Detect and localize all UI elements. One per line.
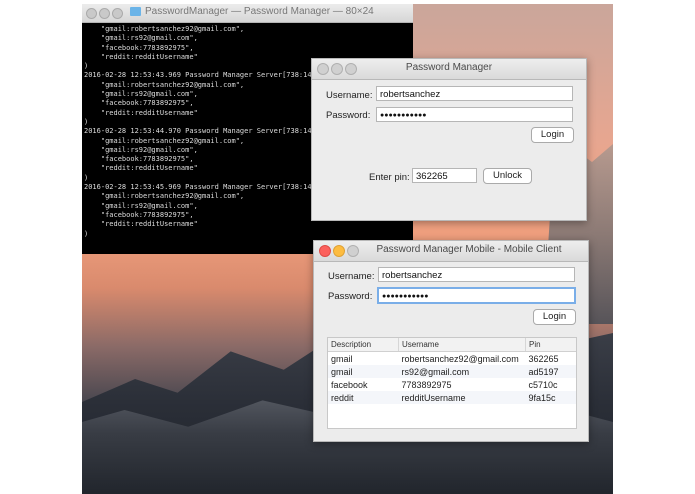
- terminal-line: ): [84, 229, 89, 238]
- password-label: Password:: [328, 291, 373, 302]
- cell-pin: 362265: [528, 353, 559, 364]
- username-field[interactable]: robertsanchez: [376, 86, 573, 101]
- unlock-button[interactable]: Unlock: [483, 168, 532, 184]
- terminal-line: "facebook:7783892975",: [84, 43, 194, 52]
- mobile-client-window: Password Manager Mobile - Mobile Client …: [313, 240, 589, 442]
- table-row[interactable]: gmail robertsanchez92@gmail.com 362265: [328, 352, 576, 366]
- cell-pin: 9fa15c: [525, 391, 576, 404]
- column-header-pin[interactable]: Pin: [525, 338, 576, 352]
- username-label: Username:: [328, 271, 375, 282]
- window-title: Password Manager: [405, 62, 493, 73]
- cell-username: redditUsername: [398, 391, 526, 404]
- window-titlebar[interactable]: Password Manager: [312, 59, 586, 80]
- column-header-username[interactable]: Username: [398, 338, 526, 352]
- table-row[interactable]: facebook 7783892975 c5710c: [328, 378, 576, 391]
- cell-description: reddit: [328, 391, 399, 404]
- column-header-description[interactable]: Description: [328, 338, 399, 352]
- minimize-icon[interactable]: [333, 245, 345, 257]
- minimize-icon[interactable]: [99, 8, 110, 19]
- zoom-icon[interactable]: [112, 8, 123, 19]
- folder-icon: [130, 7, 141, 16]
- table-row[interactable]: gmail rs92@gmail.com ad5197: [328, 365, 576, 378]
- table-row[interactable]: reddit redditUsername 9fa15c: [328, 391, 576, 404]
- username-label: Username:: [326, 90, 373, 101]
- login-button[interactable]: Login: [531, 127, 574, 143]
- cell-username: rs92@gmail.com: [398, 365, 526, 378]
- terminal-line: "reddit:redditUsername": [84, 220, 198, 229]
- pin-field[interactable]: 362265: [412, 168, 477, 183]
- username-field[interactable]: robertsanchez: [378, 267, 575, 282]
- password-field[interactable]: ●●●●●●●●●●●: [377, 287, 576, 304]
- credentials-table[interactable]: Description Username Pin gmail robertsan…: [327, 337, 577, 429]
- password-label: Password:: [326, 110, 371, 121]
- terminal-line: "gmail:rs92@gmail.com",: [84, 34, 198, 43]
- terminal-line: "gmail:robertsanchez92@gmail.com",: [84, 25, 245, 33]
- login-button[interactable]: Login: [533, 309, 576, 325]
- terminal-title: PasswordManager — Password Manager — 80×…: [130, 6, 374, 17]
- cell-description: gmail: [331, 353, 353, 364]
- cell-pin: c5710c: [528, 379, 558, 390]
- cell-description: facebook: [331, 379, 368, 390]
- close-icon[interactable]: [86, 8, 97, 19]
- cell-description: gmail: [328, 365, 399, 378]
- window-title: Password Manager Mobile - Mobile Client: [376, 244, 562, 255]
- cell-username: 7783892975: [401, 379, 452, 390]
- password-manager-window: Password Manager Username: robertsanchez…: [311, 58, 587, 221]
- window-titlebar[interactable]: Password Manager Mobile - Mobile Client: [314, 241, 588, 262]
- pin-label: Enter pin:: [369, 172, 410, 183]
- terminal-titlebar[interactable]: PasswordManager — Password Manager — 80×…: [82, 4, 413, 23]
- password-field[interactable]: ●●●●●●●●●●●: [376, 107, 573, 122]
- cell-username: robertsanchez92@gmail.com: [401, 353, 519, 364]
- cell-pin: ad5197: [525, 365, 576, 378]
- table-header-row: Description Username Pin: [328, 338, 576, 352]
- close-icon[interactable]: [319, 245, 331, 257]
